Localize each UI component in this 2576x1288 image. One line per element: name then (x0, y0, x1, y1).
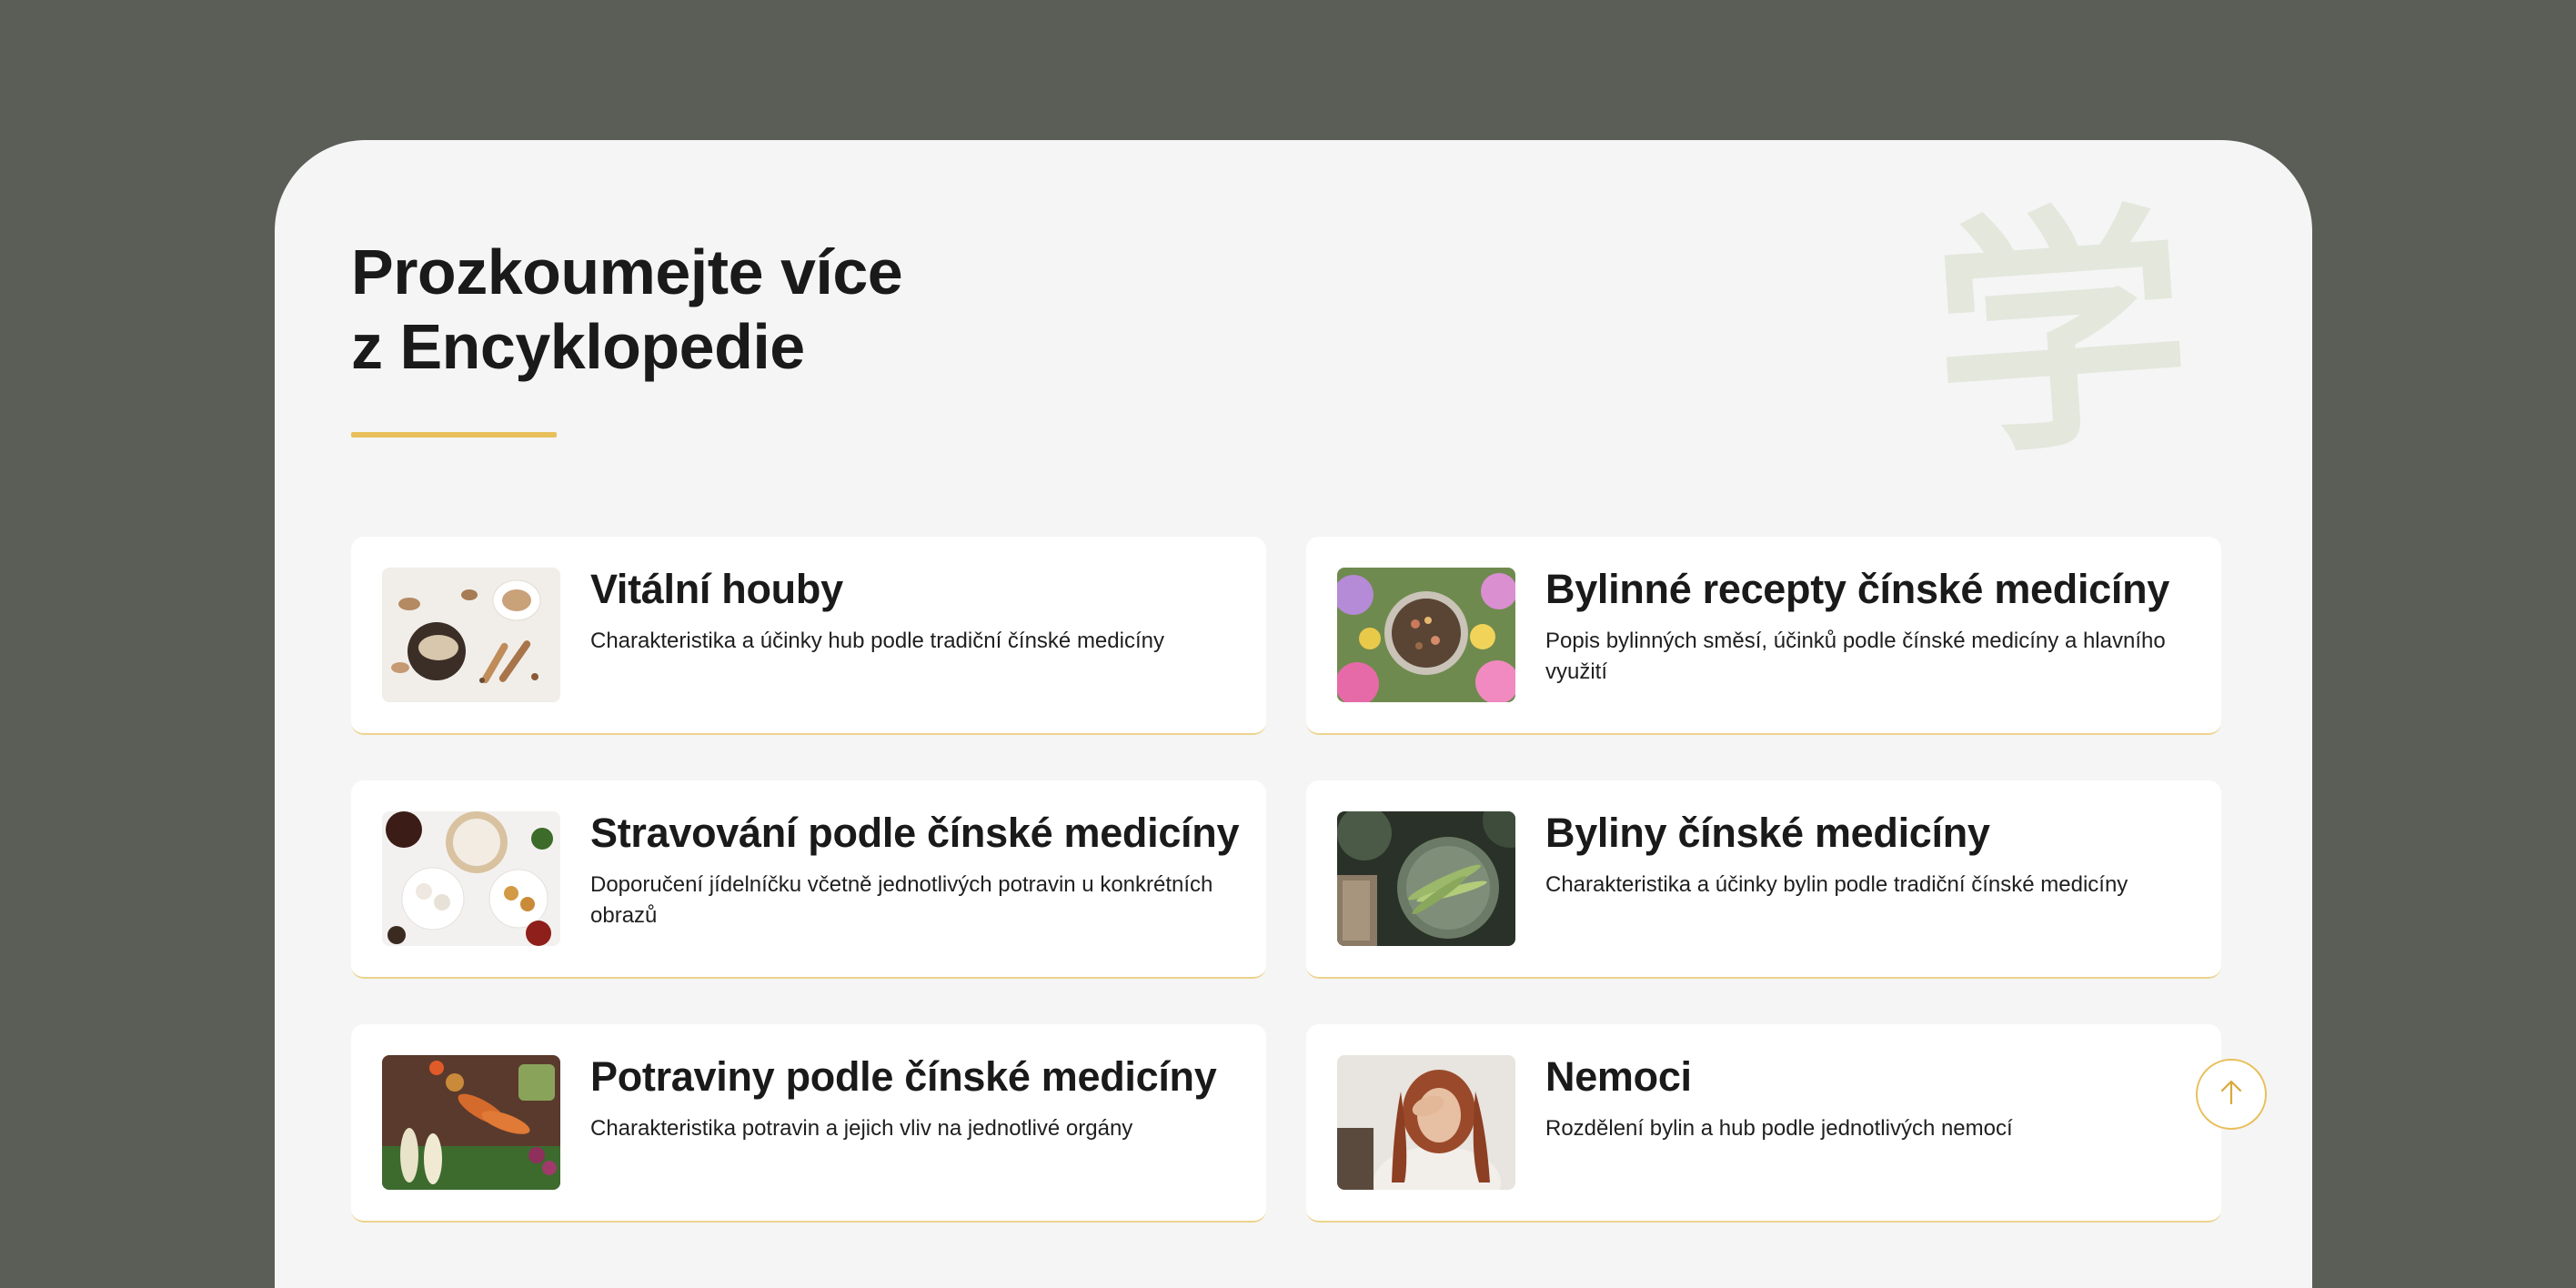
mushrooms-thumbnail (382, 568, 560, 702)
watermark-character: 学 (1923, 176, 2199, 493)
dim-sum-thumbnail (382, 811, 560, 946)
card-description: Charakteristika a účinky bylin podle tra… (1545, 872, 2128, 897)
tired-woman-thumbnail (1337, 1055, 1515, 1190)
card-description: Charakteristika potravin a jejich vliv n… (590, 1116, 1133, 1141)
content-panel: 学 Prozkoumejte více z Encyklopedie Vitál… (275, 140, 2312, 1288)
card-description: Rozdělení bylin a hub podle jednotlivých… (1545, 1116, 2013, 1141)
card-description: Popis bylinných směsí, účinků podle číns… (1545, 629, 2166, 684)
herb-plate-thumbnail (1337, 811, 1515, 946)
herbal-tea-thumbnail (1337, 568, 1515, 702)
card-stravovani[interactable]: Stravování podle čínské medicíny Doporuč… (351, 780, 1266, 979)
card-title: Bylinné recepty čínské medicíny (1545, 566, 2170, 612)
section-heading-line-2: z Encyklopedie (351, 311, 805, 382)
vegetables-thumbnail (382, 1055, 560, 1190)
heading-underline (351, 432, 557, 438)
card-vitalni-houby[interactable]: Vitální houby Charakteristika a účinky h… (351, 537, 1266, 735)
section-heading: Prozkoumejte více z Encyklopedie (351, 235, 903, 384)
card-nemoci[interactable]: Nemoci Rozdělení bylin a hub podle jedno… (1306, 1024, 2221, 1223)
card-title: Stravování podle čínské medicíny (590, 810, 1240, 856)
card-title: Potraviny podle čínské medicíny (590, 1053, 1217, 1100)
section-heading-line-1: Prozkoumejte více (351, 236, 903, 307)
card-bylinne-recepty[interactable]: Bylinné recepty čínské medicíny Popis by… (1306, 537, 2221, 735)
arrow-up-icon (2219, 1079, 2244, 1111)
scroll-to-top-button[interactable] (2196, 1059, 2267, 1130)
card-byliny[interactable]: Byliny čínské medicíny Charakteristika a… (1306, 780, 2221, 979)
card-title: Byliny čínské medicíny (1545, 810, 1990, 856)
card-title: Vitální houby (590, 566, 843, 612)
card-potraviny[interactable]: Potraviny podle čínské medicíny Charakte… (351, 1024, 1266, 1223)
card-title: Nemoci (1545, 1053, 1692, 1100)
encyclopedia-section: 学 Prozkoumejte více z Encyklopedie Vitál… (335, 176, 2267, 1288)
card-description: Doporučení jídelníčku včetně jednotlivýc… (590, 872, 1213, 928)
card-description: Charakteristika a účinky hub podle tradi… (590, 629, 1164, 653)
